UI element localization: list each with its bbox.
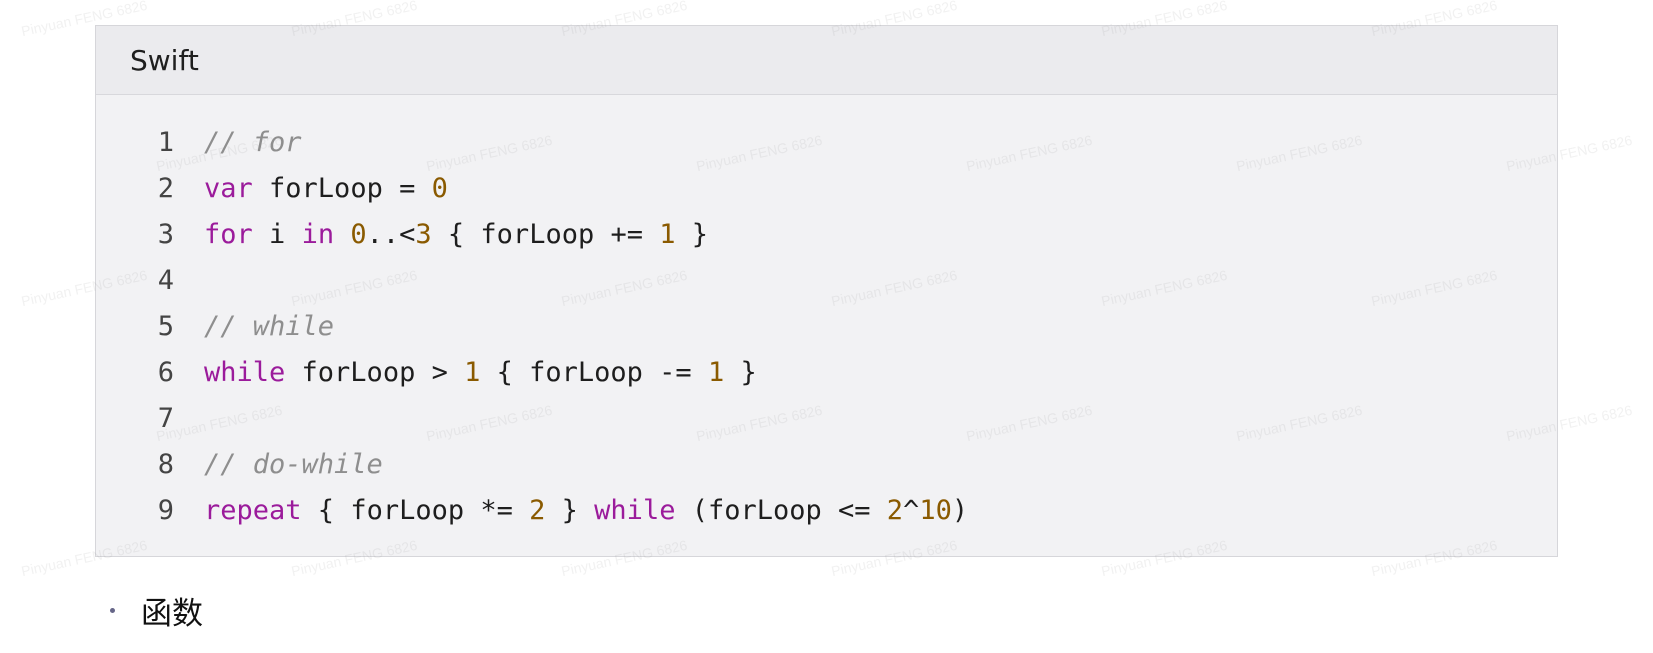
code-token-plain: { forLoop *= bbox=[301, 494, 530, 526]
code-token-plain: } bbox=[545, 494, 595, 526]
code-token-plain: forLoop > bbox=[285, 356, 465, 388]
code-token-keyword: while bbox=[594, 494, 676, 526]
line-number: 1 bbox=[157, 126, 174, 158]
code-line: 4 bbox=[96, 257, 1557, 303]
code-token-keyword: var bbox=[204, 172, 253, 204]
code-token-plain: i bbox=[252, 218, 302, 250]
code-line: 2 var forLoop = 0 bbox=[96, 165, 1557, 211]
code-token-comment: // for bbox=[204, 126, 302, 158]
code-token-comment: // do-while bbox=[204, 448, 383, 480]
code-body: 1// for 2 var forLoop = 0 3 for i in 0..<3 {… bbox=[96, 95, 1557, 533]
code-token-plain: ) bbox=[951, 494, 969, 526]
code-token-keyword: for bbox=[204, 218, 253, 250]
line-number: 5 bbox=[157, 310, 174, 342]
code-token-number: 2 bbox=[886, 494, 904, 526]
page: Swift 1// for 2 var forLoop = 0 3 for i in 0… bbox=[0, 0, 1653, 653]
code-token-number: 1 bbox=[659, 218, 676, 250]
line-code: // do-while bbox=[174, 449, 383, 480]
code-token-plain: ^ bbox=[903, 494, 920, 526]
line-number: 3 bbox=[157, 218, 174, 250]
code-token-number: 0 bbox=[431, 172, 448, 204]
code-token-plain: forLoop = bbox=[252, 172, 432, 204]
code-line: 5 // while bbox=[96, 303, 1557, 349]
code-line: 1 // for bbox=[96, 119, 1557, 165]
bullet-dot-icon bbox=[110, 608, 115, 613]
line-number: 4 bbox=[157, 264, 174, 296]
line-number: 8 bbox=[157, 448, 174, 480]
code-line: 7 bbox=[96, 395, 1557, 441]
line-code: var forLoop = 0 bbox=[174, 173, 448, 204]
code-token-number: 1 bbox=[464, 356, 481, 388]
line-code: // while bbox=[174, 311, 334, 342]
code-line: 6 while forLoop > 1 { forLoop -= 1 } bbox=[96, 349, 1557, 395]
line-code: for i in 0..<3 { forLoop += 1 } bbox=[174, 219, 708, 250]
code-token-plain: { forLoop += bbox=[431, 218, 660, 250]
code-line: 8 // do-while bbox=[96, 441, 1557, 487]
code-line: 3 for i in 0..<3 { forLoop += 1 } bbox=[96, 211, 1557, 257]
line-number: 7 bbox=[157, 402, 174, 434]
line-number: 9 bbox=[157, 494, 174, 526]
code-token-plain: (forLoop <= bbox=[675, 494, 887, 526]
code-token-keyword: repeat bbox=[204, 494, 302, 526]
code-token-plain: } bbox=[724, 356, 757, 388]
line-code: // for bbox=[174, 127, 302, 158]
code-token-plain: ..< bbox=[366, 218, 416, 250]
code-line: 9 repeat { forLoop *= 2 } while (forLoop … bbox=[96, 487, 1557, 533]
line-number: 6 bbox=[157, 356, 174, 388]
line-code: while forLoop > 1 { forLoop -= 1 } bbox=[174, 357, 757, 388]
line-code: repeat { forLoop *= 2 } while (forLoop <… bbox=[174, 495, 968, 526]
code-token-number: 2 bbox=[529, 494, 546, 526]
code-token-plain: { forLoop -= bbox=[480, 356, 708, 388]
code-token-keyword: while bbox=[204, 356, 286, 388]
code-token-number: 0 bbox=[350, 218, 367, 250]
code-block-header: Swift bbox=[96, 26, 1557, 95]
code-token-plain: } bbox=[675, 218, 709, 250]
code-language-label: Swift bbox=[130, 43, 199, 77]
list-item: 函数 bbox=[110, 588, 203, 633]
code-block: Swift 1// for 2 var forLoop = 0 3 for i in 0… bbox=[95, 25, 1558, 557]
line-number: 2 bbox=[157, 172, 174, 204]
list-item-text: 函数 bbox=[141, 596, 203, 632]
code-token-number: 3 bbox=[415, 218, 432, 250]
code-token-number: 10 bbox=[919, 494, 952, 526]
code-token-comment: // while bbox=[204, 310, 335, 342]
code-token-keyword: in bbox=[301, 218, 335, 250]
code-token-number: 1 bbox=[707, 356, 725, 388]
